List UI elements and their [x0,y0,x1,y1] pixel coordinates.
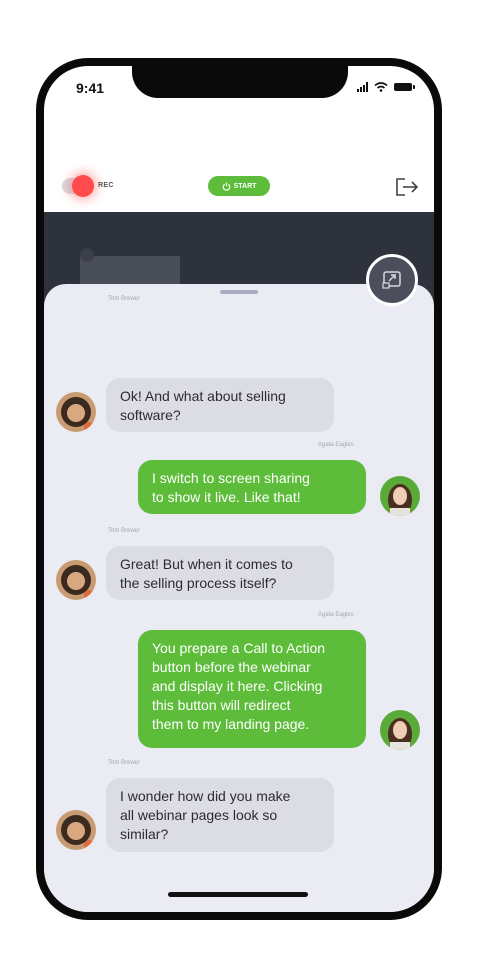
sender-name: Agata Eagles [318,612,354,618]
sender-name: Tom Brewer [108,296,141,302]
message-bubble-incoming: Great! But when it comes to the selling … [106,546,334,600]
sender-name: Agata Eagles [318,442,354,448]
status-time: 9:41 [76,80,105,96]
message-bubble-outgoing: You prepare a Call to Action button befo… [138,630,366,748]
sender-name: Tom Brewer [108,528,141,534]
status-icons [357,82,415,92]
message-bubble-outgoing: I switch to screen sharing to show it li… [138,460,366,514]
sender-name: Tom Brewer [108,760,141,766]
avatar-agata [380,476,420,516]
avatar-tom [56,810,96,850]
rec-toggle[interactable] [62,175,94,197]
message-text: Ok! And what about selling software? [120,388,286,423]
message-text: I switch to screen sharing to show it li… [152,470,310,505]
avatar-tom [56,392,96,432]
app-screen: 9:41 REC START Tom Brewer Ok! And what a… [44,66,434,912]
wifi-icon [374,82,388,92]
message-bubble-incoming: I wonder how did you make all webinar pa… [106,778,334,852]
home-indicator [168,892,308,897]
message-bubble-incoming: Ok! And what about selling software? [106,378,334,432]
avatar-tom [56,560,96,600]
start-label: START [233,182,257,190]
message-text: Great! But when it comes to the selling … [120,556,293,591]
screen-share-icon [382,271,401,289]
screen-share-button[interactable] [366,254,418,306]
battery-icon [394,83,415,91]
call-toolbar: REC START [44,172,434,202]
chat-panel: Tom Brewer Ok! And what about selling so… [44,284,434,912]
exit-icon[interactable] [394,176,420,198]
drag-handle[interactable] [220,290,258,294]
video-dot [80,248,94,262]
start-button[interactable]: START [208,176,270,196]
power-icon [222,182,230,191]
rec-indicator [72,175,94,197]
message-text: I wonder how did you make all webinar pa… [120,788,291,842]
signal-icon [357,82,368,92]
rec-label: REC [98,182,114,189]
message-text: You prepare a Call to Action button befo… [152,640,326,732]
avatar-agata [380,710,420,750]
notch [132,66,348,98]
